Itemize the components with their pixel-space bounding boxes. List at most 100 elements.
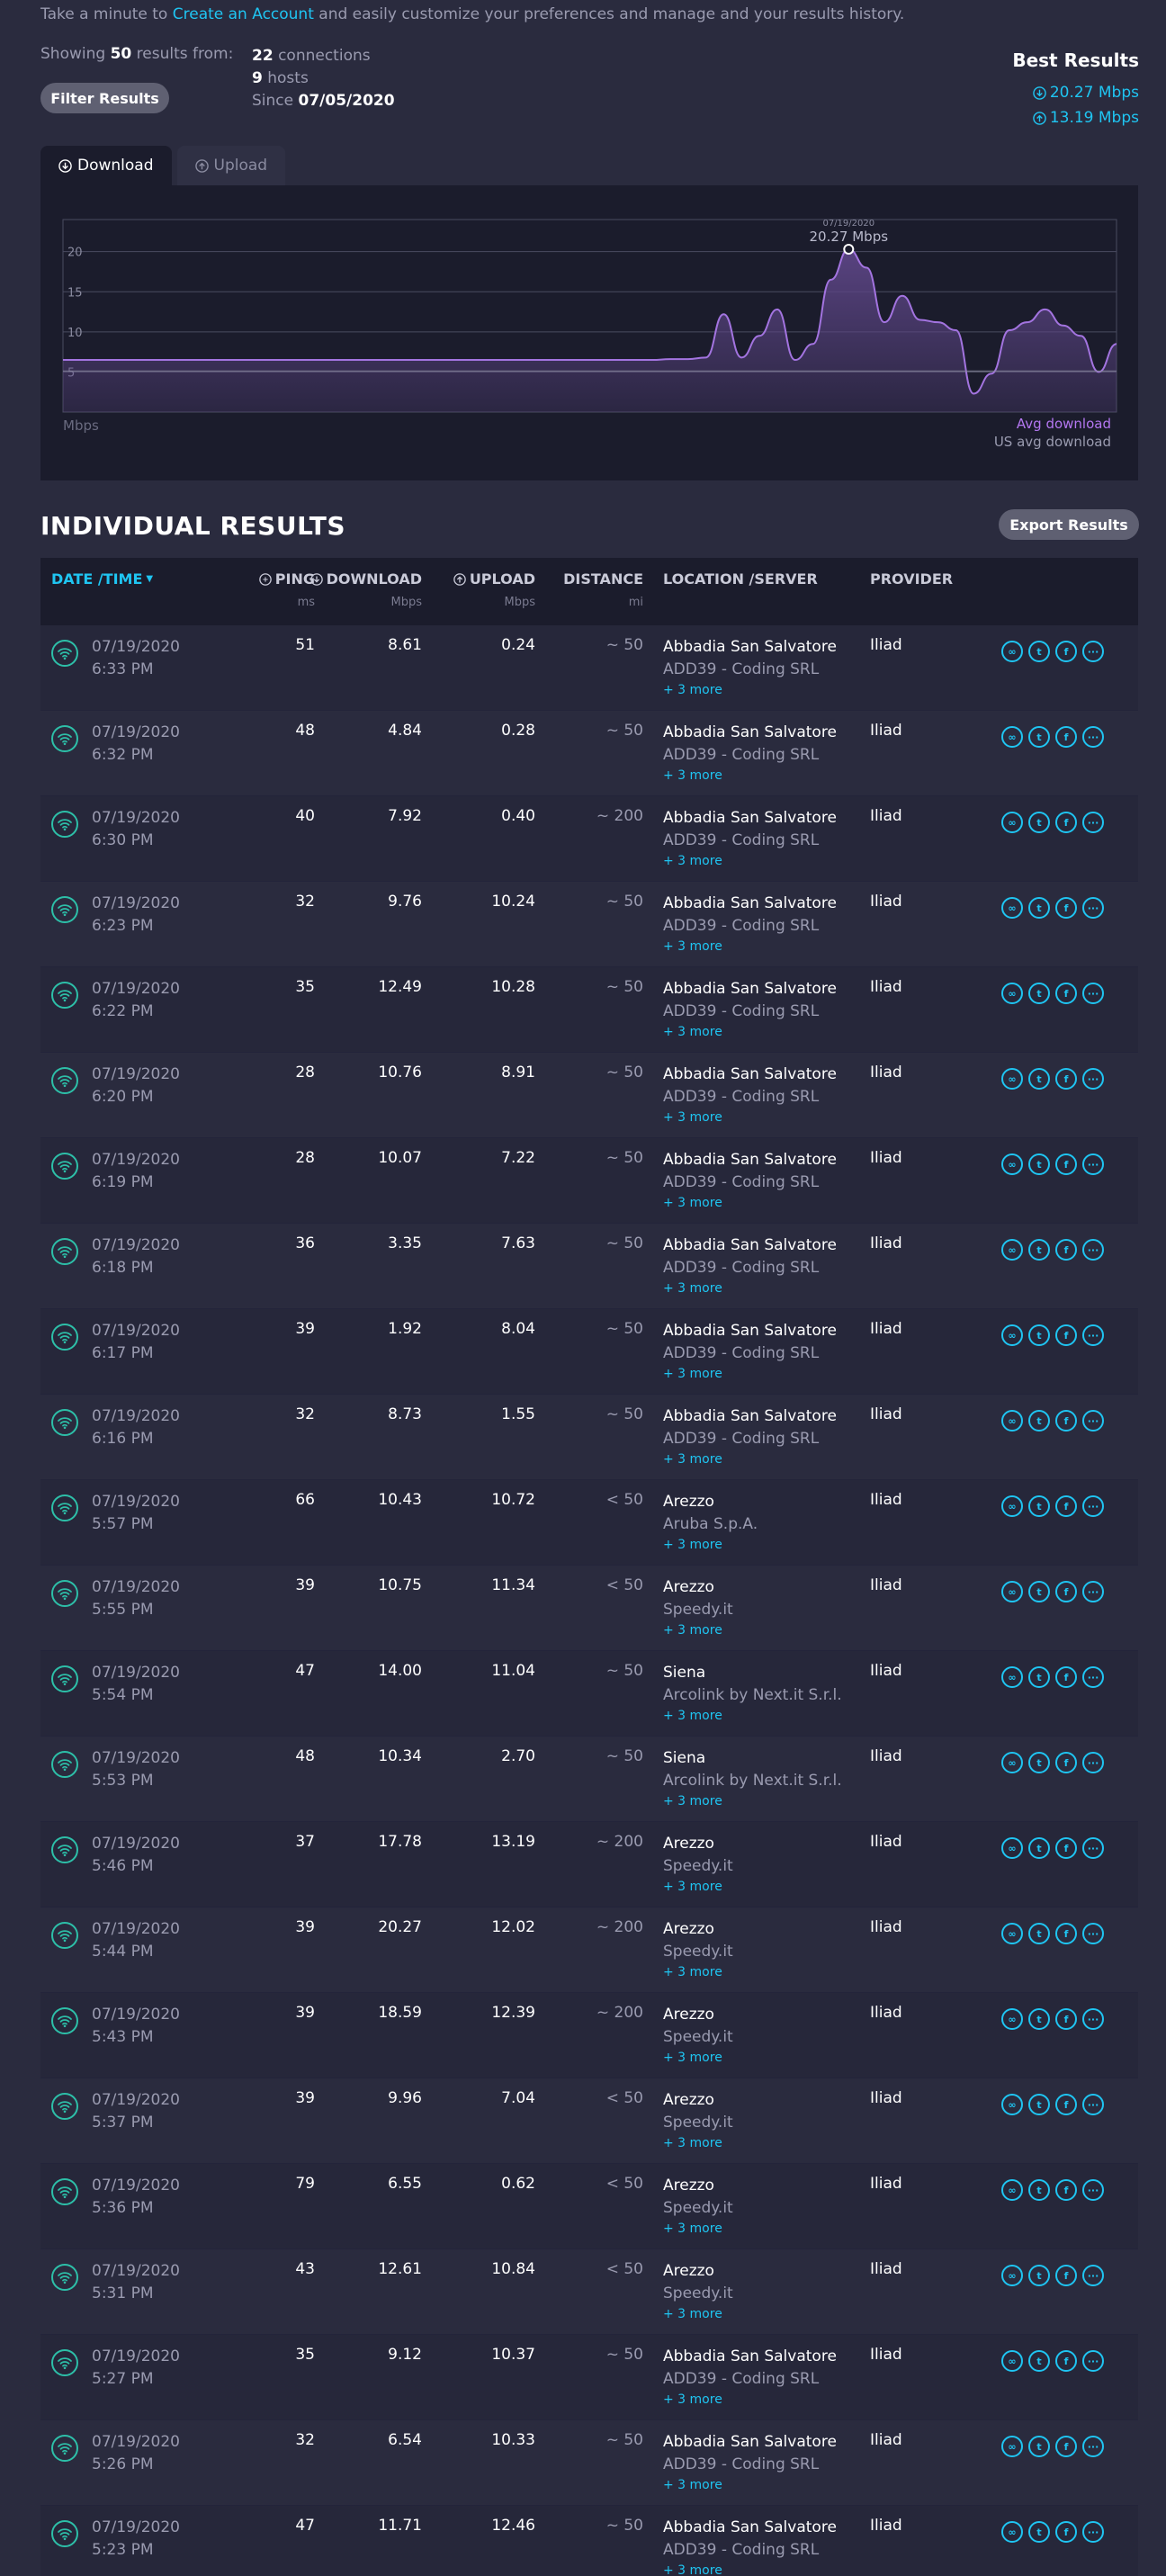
table-row[interactable]: 07/19/2020 5:46 PM 37 17.78 13.19 ~ 200 …: [40, 1822, 1138, 1907]
twitter-icon[interactable]: t: [1028, 726, 1050, 748]
facebook-icon[interactable]: f: [1055, 641, 1077, 662]
twitter-icon[interactable]: t: [1028, 983, 1050, 1004]
link-icon[interactable]: ∞: [1001, 2436, 1023, 2457]
table-row[interactable]: 07/19/2020 6:30 PM 40 7.92 0.40 ~ 200 Ab…: [40, 796, 1138, 882]
more-servers-link[interactable]: + 3 more: [663, 1536, 758, 1554]
more-options-icon[interactable]: ···: [1082, 812, 1104, 833]
twitter-icon[interactable]: t: [1028, 1324, 1050, 1346]
result-datetime[interactable]: 07/19/2020 5:44 PM: [92, 1918, 180, 1963]
table-row[interactable]: 07/19/2020 6:32 PM 48 4.84 0.28 ~ 50 Abb…: [40, 711, 1138, 796]
result-datetime[interactable]: 07/19/2020 6:18 PM: [92, 1234, 180, 1279]
table-row[interactable]: 07/19/2020 5:26 PM 32 6.54 10.33 ~ 50 Ab…: [40, 2420, 1138, 2506]
more-servers-link[interactable]: + 3 more: [663, 1792, 842, 1810]
table-row[interactable]: 07/19/2020 5:54 PM 47 14.00 11.04 ~ 50 S…: [40, 1651, 1138, 1737]
link-icon[interactable]: ∞: [1001, 983, 1023, 1004]
more-options-icon[interactable]: ···: [1082, 2179, 1104, 2201]
twitter-icon[interactable]: t: [1028, 2436, 1050, 2457]
sort-date-header[interactable]: DATE /TIME ▼: [51, 570, 153, 588]
twitter-icon[interactable]: t: [1028, 1153, 1050, 1175]
more-options-icon[interactable]: ···: [1082, 726, 1104, 748]
result-datetime[interactable]: 07/19/2020 5:57 PM: [92, 1491, 180, 1536]
result-datetime[interactable]: 07/19/2020 5:53 PM: [92, 1747, 180, 1792]
more-servers-link[interactable]: + 3 more: [663, 2305, 733, 2323]
more-options-icon[interactable]: ···: [1082, 1666, 1104, 1688]
link-icon[interactable]: ∞: [1001, 1324, 1023, 1346]
table-row[interactable]: 07/19/2020 5:27 PM 35 9.12 10.37 ~ 50 Ab…: [40, 2335, 1138, 2420]
table-row[interactable]: 07/19/2020 5:53 PM 48 10.34 2.70 ~ 50 Si…: [40, 1737, 1138, 1822]
table-row[interactable]: 07/19/2020 5:31 PM 43 12.61 10.84 < 50 A…: [40, 2249, 1138, 2335]
twitter-icon[interactable]: t: [1028, 1495, 1050, 1517]
facebook-icon[interactable]: f: [1055, 726, 1077, 748]
facebook-icon[interactable]: f: [1055, 2436, 1077, 2457]
link-icon[interactable]: ∞: [1001, 812, 1023, 833]
more-options-icon[interactable]: ···: [1082, 2436, 1104, 2457]
table-row[interactable]: 07/19/2020 5:55 PM 39 10.75 11.34 < 50 A…: [40, 1566, 1138, 1651]
link-icon[interactable]: ∞: [1001, 1581, 1023, 1602]
facebook-icon[interactable]: f: [1055, 1666, 1077, 1688]
result-datetime[interactable]: 07/19/2020 5:27 PM: [92, 2346, 180, 2391]
result-datetime[interactable]: 07/19/2020 5:43 PM: [92, 2004, 180, 2049]
more-servers-link[interactable]: + 3 more: [663, 1878, 733, 1896]
result-datetime[interactable]: 07/19/2020 5:36 PM: [92, 2175, 180, 2220]
more-servers-link[interactable]: + 3 more: [663, 2049, 733, 2067]
result-datetime[interactable]: 07/19/2020 6:33 PM: [92, 636, 180, 681]
more-options-icon[interactable]: ···: [1082, 1837, 1104, 1859]
result-datetime[interactable]: 07/19/2020 5:55 PM: [92, 1576, 180, 1621]
link-icon[interactable]: ∞: [1001, 2521, 1023, 2543]
twitter-icon[interactable]: t: [1028, 897, 1050, 919]
more-options-icon[interactable]: ···: [1082, 983, 1104, 1004]
more-options-icon[interactable]: ···: [1082, 2008, 1104, 2030]
more-options-icon[interactable]: ···: [1082, 2094, 1104, 2115]
link-icon[interactable]: ∞: [1001, 2265, 1023, 2286]
facebook-icon[interactable]: f: [1055, 1324, 1077, 1346]
facebook-icon[interactable]: f: [1055, 1581, 1077, 1602]
more-servers-link[interactable]: + 3 more: [663, 852, 837, 870]
table-row[interactable]: 07/19/2020 6:19 PM 28 10.07 7.22 ~ 50 Ab…: [40, 1138, 1138, 1224]
more-options-icon[interactable]: ···: [1082, 1324, 1104, 1346]
twitter-icon[interactable]: t: [1028, 1923, 1050, 1944]
link-icon[interactable]: ∞: [1001, 726, 1023, 748]
table-row[interactable]: 07/19/2020 5:43 PM 39 18.59 12.39 ~ 200 …: [40, 1993, 1138, 2078]
more-servers-link[interactable]: + 3 more: [663, 1621, 733, 1639]
table-row[interactable]: 07/19/2020 5:57 PM 66 10.43 10.72 < 50 A…: [40, 1480, 1138, 1566]
result-datetime[interactable]: 07/19/2020 5:37 PM: [92, 2089, 180, 2134]
link-icon[interactable]: ∞: [1001, 641, 1023, 662]
table-row[interactable]: 07/19/2020 5:37 PM 39 9.96 7.04 < 50 Are…: [40, 2078, 1138, 2164]
facebook-icon[interactable]: f: [1055, 1068, 1077, 1090]
more-options-icon[interactable]: ···: [1082, 641, 1104, 662]
provider-header[interactable]: PROVIDER: [870, 570, 953, 588]
more-servers-link[interactable]: + 3 more: [663, 1194, 837, 1212]
twitter-icon[interactable]: t: [1028, 2265, 1050, 2286]
more-servers-link[interactable]: + 3 more: [663, 2134, 733, 2152]
link-icon[interactable]: ∞: [1001, 1239, 1023, 1261]
twitter-icon[interactable]: t: [1028, 1837, 1050, 1859]
more-servers-link[interactable]: + 3 more: [663, 2476, 837, 2494]
create-account-link[interactable]: Create an Account: [173, 5, 314, 23]
table-row[interactable]: 07/19/2020 6:17 PM 39 1.92 8.04 ~ 50 Abb…: [40, 1309, 1138, 1395]
more-servers-link[interactable]: + 3 more: [663, 2391, 837, 2409]
result-datetime[interactable]: 07/19/2020 5:46 PM: [92, 1833, 180, 1878]
more-options-icon[interactable]: ···: [1082, 1495, 1104, 1517]
more-servers-link[interactable]: + 3 more: [663, 1365, 837, 1383]
facebook-icon[interactable]: f: [1055, 1239, 1077, 1261]
more-servers-link[interactable]: + 3 more: [663, 1450, 837, 1468]
distance-header[interactable]: DISTANCE: [563, 570, 643, 588]
table-row[interactable]: 07/19/2020 6:23 PM 32 9.76 10.24 ~ 50 Ab…: [40, 882, 1138, 967]
twitter-icon[interactable]: t: [1028, 1581, 1050, 1602]
twitter-icon[interactable]: t: [1028, 2094, 1050, 2115]
result-datetime[interactable]: 07/19/2020 6:16 PM: [92, 1405, 180, 1450]
twitter-icon[interactable]: t: [1028, 1666, 1050, 1688]
more-servers-link[interactable]: + 3 more: [663, 1023, 837, 1041]
result-datetime[interactable]: 07/19/2020 6:19 PM: [92, 1149, 180, 1194]
more-options-icon[interactable]: ···: [1082, 1581, 1104, 1602]
facebook-icon[interactable]: f: [1055, 1923, 1077, 1944]
link-icon[interactable]: ∞: [1001, 897, 1023, 919]
export-results-button[interactable]: Export Results: [999, 509, 1139, 540]
facebook-icon[interactable]: f: [1055, 2265, 1077, 2286]
more-servers-link[interactable]: + 3 more: [663, 2220, 733, 2238]
more-servers-link[interactable]: + 3 more: [663, 938, 837, 956]
more-options-icon[interactable]: ···: [1082, 1153, 1104, 1175]
link-icon[interactable]: ∞: [1001, 1153, 1023, 1175]
table-row[interactable]: 07/19/2020 6:16 PM 32 8.73 1.55 ~ 50 Abb…: [40, 1395, 1138, 1480]
result-datetime[interactable]: 07/19/2020 6:32 PM: [92, 722, 180, 767]
